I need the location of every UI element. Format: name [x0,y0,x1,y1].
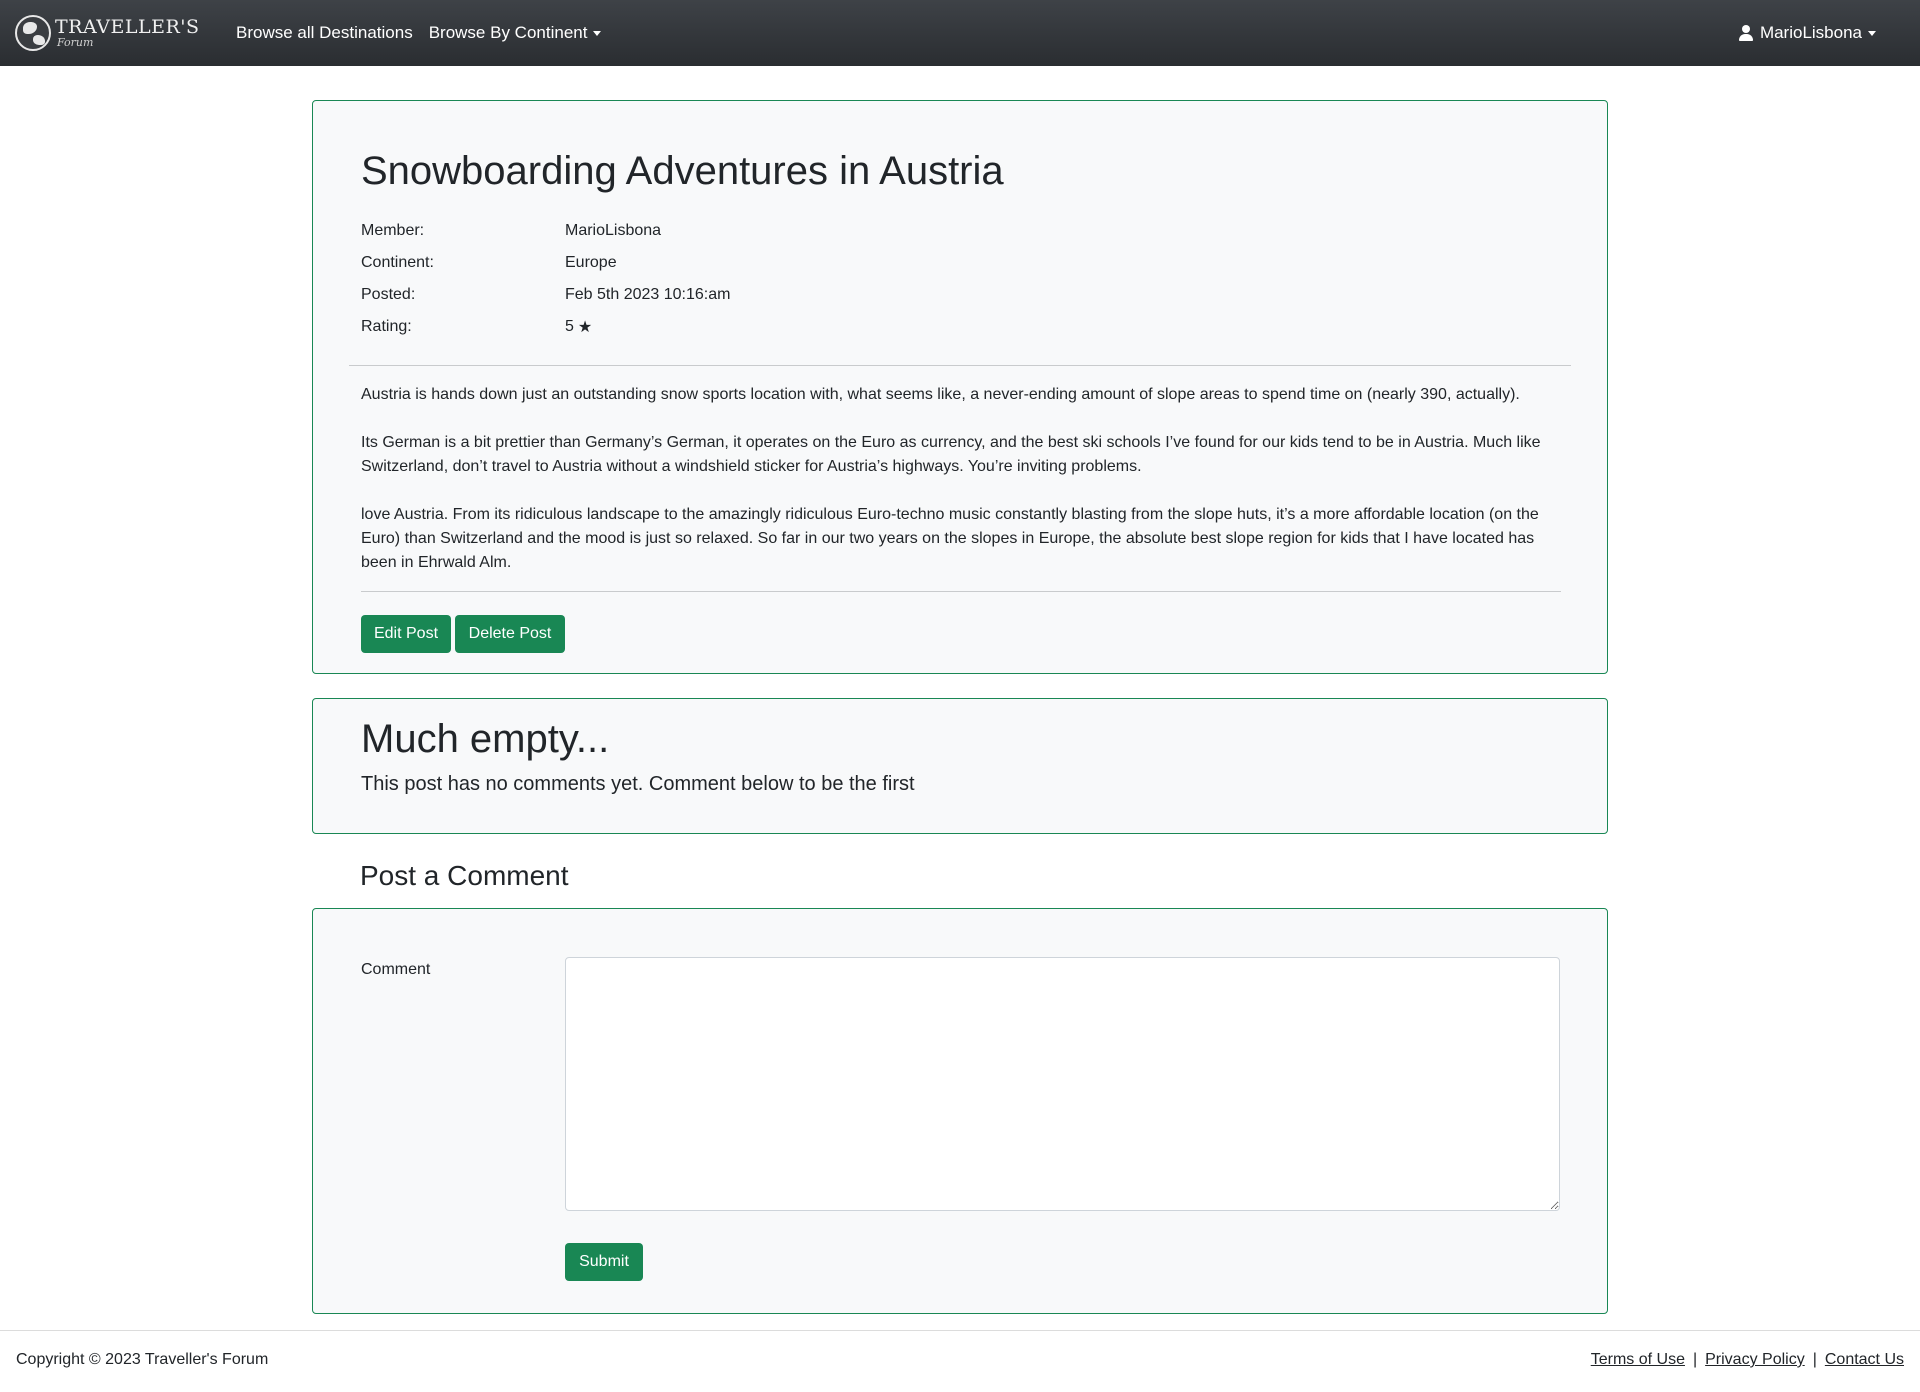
comment-label: Comment [361,961,431,978]
meta-value-rating: 5 [565,318,574,335]
terms-of-use-link[interactable]: Terms of Use [1591,1351,1685,1369]
nav-links: Browse all Destinations Browse By Contin… [236,0,617,66]
contact-us-link[interactable]: Contact Us [1825,1351,1904,1369]
no-comments-card: Much empty... This post has no comments … [312,698,1608,834]
privacy-policy-link[interactable]: Privacy Policy [1705,1351,1805,1369]
comment-textarea[interactable] [565,957,1560,1211]
nav-browse-continent-label: Browse By Continent [428,23,588,42]
meta-row-member: Member: MarioLisbona [361,215,730,247]
nav-browse-all-destinations[interactable]: Browse all Destinations [236,23,413,43]
meta-label: Member: [361,222,425,239]
footer-copyright: Copyright © 2023 Traveller's Forum [16,1351,269,1368]
footer-separator: | [1812,1351,1817,1368]
chevron-down-icon [593,30,602,36]
chevron-down-icon [1868,30,1876,36]
meta-value-continent: Europe [565,254,617,271]
meta-value-member: MarioLisbona [565,222,662,239]
submit-comment-button[interactable]: Submit [565,1243,643,1281]
user-menu-dropdown[interactable]: MarioLisbona [1738,0,1876,66]
nav-browse-all-label: Browse all Destinations [236,23,413,42]
meta-row-continent: Continent: Europe [361,247,730,279]
post-meta: Member: MarioLisbona Continent: Europe P… [361,215,730,343]
brand-text: TRAVELLER'S Forum [55,16,200,49]
meta-value-posted: Feb 5th 2023 10:16:am [565,286,731,303]
footer-divider [0,1330,1920,1331]
meta-label: Rating: [361,318,412,335]
top-navbar: TRAVELLER'S Forum Browse all Destination… [0,0,1920,66]
meta-label: Posted: [361,286,416,303]
user-icon [1738,25,1753,41]
meta-label: Continent: [361,254,434,271]
no-comments-title: Much empty... [361,717,610,761]
delete-post-button[interactable]: Delete Post [455,615,565,653]
post-paragraph: love Austria. From its ridiculous landsc… [361,506,1539,571]
divider [349,365,1571,366]
divider [361,591,1561,592]
globe-icon [15,15,51,51]
edit-post-button[interactable]: Edit Post [361,615,451,653]
comment-form-card: Comment Submit [312,908,1608,1314]
post-title: Snowboarding Adventures in Austria [361,149,1004,193]
footer-separator: | [1692,1351,1698,1368]
post-paragraph: Austria is hands down just an outstandin… [361,386,1520,403]
nav-browse-by-continent-dropdown[interactable]: Browse By Continent [429,23,602,43]
post-body: Austria is hands down just an outstandin… [361,383,1561,599]
star-icon: ★ [577,319,593,336]
brand-logo[interactable]: TRAVELLER'S Forum [15,15,200,51]
brand-subtitle: Forum [57,36,94,49]
post-card: Snowboarding Adventures in Austria Membe… [312,100,1608,674]
footer-links: Terms of Use | Privacy Policy | Contact … [1591,1351,1904,1369]
post-comment-heading: Post a Comment [360,860,569,891]
no-comments-text: This post has no comments yet. Comment b… [361,773,915,795]
post-paragraph: Its German is a bit prettier than German… [361,434,1541,475]
meta-row-posted: Posted: Feb 5th 2023 10:16:am [361,279,730,311]
brand-name: TRAVELLER'S [55,16,200,38]
user-menu-label: MarioLisbona [1759,23,1862,42]
meta-row-rating: Rating: 5 ★ [361,311,730,343]
